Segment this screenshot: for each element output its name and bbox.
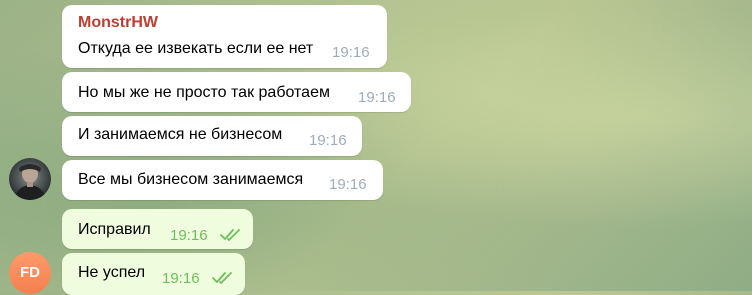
- message-text: Исправил: [78, 221, 151, 238]
- message-bubble-incoming[interactable]: MonstrHW Откуда ее извекать если ее нет …: [62, 5, 387, 68]
- message-time: 19:16: [329, 176, 367, 193]
- message-time: 19:16: [162, 270, 200, 287]
- message-text: И занимаемся не бизнесом: [78, 126, 283, 143]
- message-text: Все мы бизнесом занимаемся: [78, 171, 304, 188]
- double-check-icon: [220, 229, 240, 241]
- message-bubble-outgoing[interactable]: Не успел 19:16: [62, 253, 245, 295]
- message-bubble-outgoing[interactable]: Исправил 19:16: [62, 209, 253, 249]
- message-text: Откуда ее извекать если ее нет: [78, 40, 314, 57]
- message-text: Но мы же не просто так работаем: [78, 84, 330, 101]
- message-time: 19:16: [309, 132, 347, 149]
- message-bubble-incoming[interactable]: Все мы бизнесом занимаемся 19:16: [62, 160, 383, 200]
- user-initials-avatar[interactable]: FD: [9, 252, 51, 294]
- message-bubble-incoming[interactable]: Но мы же не просто так работаем 19:16: [62, 72, 411, 112]
- double-check-icon: [212, 272, 232, 284]
- chat-message-list[interactable]: MonstrHW Откуда ее извекать если ее нет …: [0, 0, 752, 295]
- message-time: 19:16: [358, 89, 396, 106]
- message-text: Не успел: [78, 264, 146, 281]
- message-time: 19:16: [332, 44, 370, 61]
- message-bubble-incoming[interactable]: И занимаемся не бизнесом 19:16: [62, 116, 362, 156]
- message-time: 19:16: [170, 227, 208, 244]
- user-photo-icon[interactable]: [9, 158, 51, 200]
- sender-name[interactable]: MonstrHW: [78, 14, 158, 32]
